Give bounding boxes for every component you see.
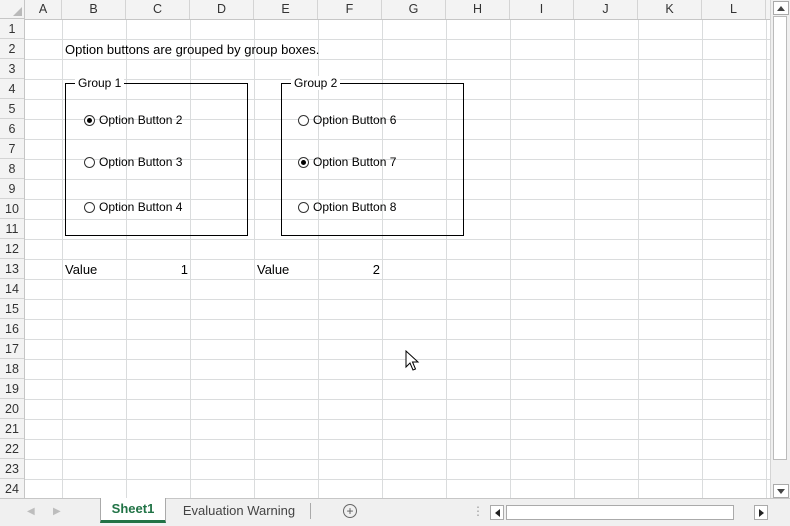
column-header-f[interactable]: F (318, 0, 382, 19)
cell-c13[interactable]: 1 (128, 260, 188, 280)
radio-unselected-icon[interactable] (298, 201, 309, 213)
column-header-d[interactable]: D (190, 0, 254, 19)
cell-b13[interactable]: Value (65, 260, 97, 280)
radio-unselected-icon[interactable] (84, 201, 95, 213)
plus-icon: + (346, 504, 354, 518)
radio-selected-icon[interactable] (298, 156, 309, 168)
column-header-e[interactable]: E (254, 0, 318, 19)
row-header-12[interactable]: 12 (0, 239, 24, 259)
column-header-i[interactable]: I (510, 0, 574, 19)
option-button-8[interactable]: Option Button 8 (298, 198, 396, 216)
column-header-l[interactable]: L (702, 0, 766, 19)
row-header-5[interactable]: 5 (0, 99, 24, 119)
vertical-scrollbar[interactable] (770, 0, 790, 498)
cell-e13[interactable]: Value (257, 260, 289, 280)
cell-f13[interactable]: 2 (320, 260, 380, 280)
vertical-scroll-thumb[interactable] (773, 16, 787, 460)
row-header-16[interactable]: 16 (0, 319, 24, 339)
add-sheet-button[interactable]: + (343, 504, 357, 518)
row-header-9[interactable]: 9 (0, 179, 24, 199)
row-header-11[interactable]: 11 (0, 219, 24, 239)
row-header-22[interactable]: 22 (0, 439, 24, 459)
tab-evaluation-warning[interactable]: Evaluation Warning (170, 499, 308, 523)
horizontal-scrollbar[interactable] (490, 505, 769, 520)
horizontal-scroll-thumb[interactable] (506, 505, 734, 520)
row-header-24[interactable]: 24 (0, 479, 24, 498)
row-header-1[interactable]: 1 (0, 19, 24, 39)
triangle-right-icon (758, 508, 764, 517)
column-header-g[interactable]: G (382, 0, 446, 19)
row-header-column: 1 2 3 4 5 6 7 8 9 10 11 12 13 14 15 16 1… (0, 19, 25, 498)
next-sheet-icon[interactable]: ▶ (53, 506, 61, 517)
row-header-13[interactable]: 13 (0, 259, 24, 279)
column-header-c[interactable]: C (126, 0, 190, 19)
group-box-1-title: Group 1 (75, 76, 125, 90)
triangle-up-icon (777, 5, 785, 11)
option-button-3-label: Option Button 3 (99, 155, 183, 169)
previous-sheet-icon[interactable]: ◀ (27, 506, 35, 517)
worksheet-grid[interactable]: A B C D E F G H I J K L 1 2 3 4 5 6 7 8 … (0, 0, 770, 498)
option-button-8-label: Option Button 8 (313, 200, 397, 214)
row-header-17[interactable]: 17 (0, 339, 24, 359)
column-header-k[interactable]: K (638, 0, 702, 19)
option-button-6-label: Option Button 6 (313, 113, 397, 127)
scroll-up-button[interactable] (773, 1, 789, 15)
mouse-pointer-icon (405, 350, 420, 371)
row-header-19[interactable]: 19 (0, 379, 24, 399)
option-button-2-label: Option Button 2 (99, 113, 183, 127)
select-all-triangle-icon (13, 7, 22, 16)
radio-unselected-icon[interactable] (298, 114, 309, 126)
group-box-2-title: Group 2 (291, 76, 341, 90)
row-header-8[interactable]: 8 (0, 159, 24, 179)
row-header-14[interactable]: 14 (0, 279, 24, 299)
column-header-a[interactable]: A (25, 0, 62, 19)
row-header-20[interactable]: 20 (0, 399, 24, 419)
select-all-corner[interactable] (0, 0, 25, 19)
scroll-left-button[interactable] (490, 505, 504, 520)
row-header-4[interactable]: 4 (0, 79, 24, 99)
cell-b2[interactable]: Option buttons are grouped by group boxe… (65, 40, 319, 60)
column-header-h[interactable]: H (446, 0, 510, 19)
scroll-down-button[interactable] (773, 484, 789, 498)
row-header-3[interactable]: 3 (0, 59, 24, 79)
sheet-tab-bar: ◀ ▶ Sheet1 Evaluation Warning + ⋮ (0, 498, 790, 526)
row-header-6[interactable]: 6 (0, 119, 24, 139)
option-button-4-label: Option Button 4 (99, 200, 183, 214)
option-button-7-label: Option Button 7 (313, 155, 397, 169)
radio-unselected-icon[interactable] (84, 156, 95, 168)
tab-sheet1[interactable]: Sheet1 (100, 498, 166, 523)
option-button-3[interactable]: Option Button 3 (84, 153, 182, 171)
scroll-right-button[interactable] (754, 505, 768, 520)
radio-selected-icon[interactable] (84, 114, 95, 126)
tab-divider (310, 503, 311, 519)
tab-split-handle-icon[interactable]: ⋮ (472, 504, 484, 518)
row-header-2[interactable]: 2 (0, 39, 24, 59)
option-button-6[interactable]: Option Button 6 (298, 111, 396, 129)
row-header-18[interactable]: 18 (0, 359, 24, 379)
triangle-left-icon (494, 508, 500, 517)
option-button-4[interactable]: Option Button 4 (84, 198, 182, 216)
triangle-down-icon (777, 488, 785, 494)
option-button-7[interactable]: Option Button 7 (298, 153, 396, 171)
column-header-j[interactable]: J (574, 0, 638, 19)
option-button-2[interactable]: Option Button 2 (84, 111, 182, 129)
row-header-7[interactable]: 7 (0, 139, 24, 159)
row-header-23[interactable]: 23 (0, 459, 24, 479)
row-header-21[interactable]: 21 (0, 419, 24, 439)
column-header-row: A B C D E F G H I J K L (0, 0, 770, 20)
row-header-15[interactable]: 15 (0, 299, 24, 319)
column-header-b[interactable]: B (62, 0, 126, 19)
row-header-10[interactable]: 10 (0, 199, 24, 219)
